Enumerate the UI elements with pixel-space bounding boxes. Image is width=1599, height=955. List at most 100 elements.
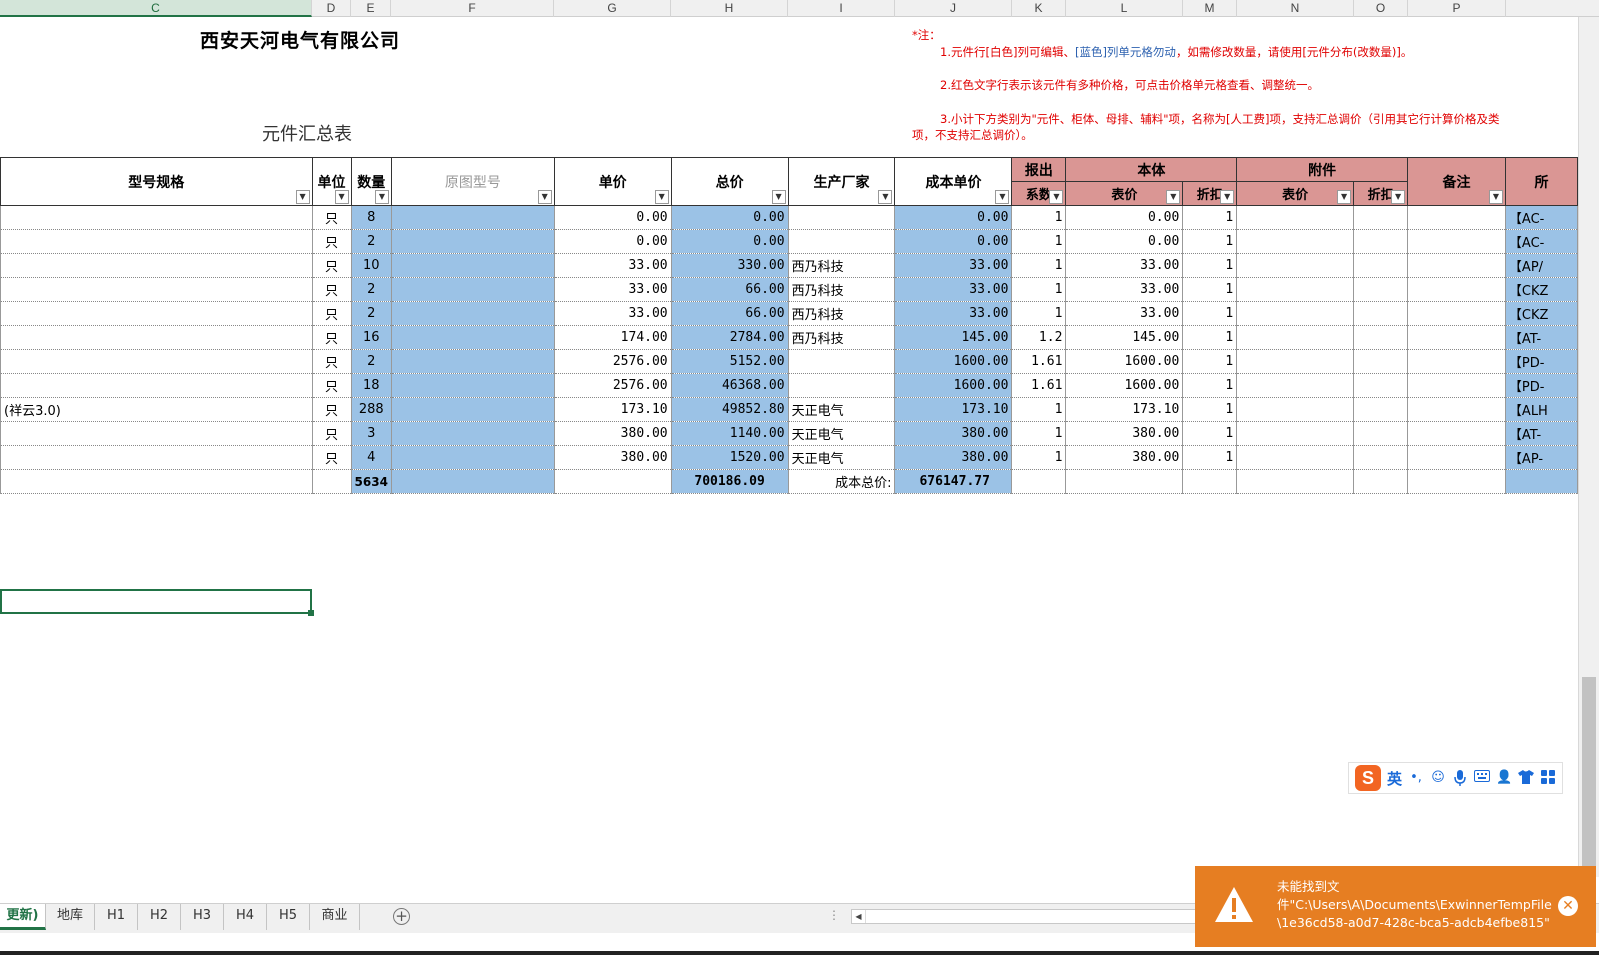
cell-unit[interactable]: 只 xyxy=(311,253,352,278)
user-icon[interactable]: 👤 xyxy=(1496,770,1512,786)
keyboard-icon[interactable] xyxy=(1474,770,1491,786)
filter-dropdown-icon[interactable]: ▼ xyxy=(1337,190,1352,204)
horizontal-scrollbar[interactable]: ◀ xyxy=(851,909,1201,924)
cell-orig-model[interactable] xyxy=(390,397,555,422)
cell-cost[interactable]: 380.00 xyxy=(894,421,1013,446)
cell-att-disc[interactable] xyxy=(1353,253,1409,278)
spreadsheet-grid[interactable]: 西安天河电气有限公司 元件汇总表 *注： 1.元件行[白色]列可编辑、[蓝色]列… xyxy=(0,17,1578,877)
cell-list[interactable]: 33.00 xyxy=(1065,301,1184,326)
sheet-tab-active[interactable]: 更新) xyxy=(0,904,46,930)
cell-remark[interactable] xyxy=(1407,229,1506,254)
table-row[interactable]: 只 8 0.00 0.00 0.00 1 0.00 1 【AC- xyxy=(0,205,1578,230)
table-row[interactable]: 只 2 0.00 0.00 0.00 1 0.00 1 【AC- xyxy=(0,229,1578,254)
microphone-icon[interactable] xyxy=(1452,770,1468,786)
cell-model[interactable] xyxy=(0,253,313,278)
cell-total[interactable]: 1140.00 xyxy=(670,421,789,446)
cell-orig-model[interactable] xyxy=(390,253,555,278)
header-qty[interactable]: 数量 ▼ xyxy=(350,157,392,206)
cell-att-list[interactable] xyxy=(1236,325,1355,350)
cell-att-list[interactable] xyxy=(1236,277,1355,302)
cell-qty[interactable]: 2 xyxy=(350,229,392,254)
cell-extra[interactable]: 【PD- xyxy=(1504,373,1578,398)
table-row[interactable]: 只 18 2576.00 46368.00 1600.00 1.61 1600.… xyxy=(0,373,1578,398)
cell-att-disc[interactable] xyxy=(1353,277,1409,302)
cell-unit[interactable]: 只 xyxy=(311,229,352,254)
cell-model[interactable] xyxy=(0,421,313,446)
cell-unit-price[interactable]: 0.00 xyxy=(553,229,672,254)
cell-att-list[interactable] xyxy=(1236,229,1355,254)
cell-unit-price[interactable]: 380.00 xyxy=(553,445,672,470)
cell-att-disc[interactable] xyxy=(1353,229,1409,254)
cell-unit-price[interactable]: 2576.00 xyxy=(553,349,672,374)
filter-dropdown-icon[interactable]: ▼ xyxy=(374,190,389,204)
cell-cost[interactable]: 145.00 xyxy=(894,325,1013,350)
cell-orig-model[interactable] xyxy=(390,277,555,302)
cell-att-disc[interactable] xyxy=(1353,205,1409,230)
cell-model[interactable] xyxy=(0,325,313,350)
cell-coef[interactable]: 1 xyxy=(1011,421,1067,446)
cell-list[interactable]: 173.10 xyxy=(1065,397,1184,422)
cell-coef[interactable]: 1 xyxy=(1011,445,1067,470)
table-row[interactable]: 只 2 33.00 66.00 西乃科技 33.00 1 33.00 1 【CK… xyxy=(0,277,1578,302)
cell-orig-model[interactable] xyxy=(390,325,555,350)
cell-extra[interactable]: 【CKZ xyxy=(1504,301,1578,326)
filter-dropdown-icon[interactable]: ▼ xyxy=(878,190,893,204)
cell-att-list[interactable] xyxy=(1236,421,1355,446)
cell-extra[interactable]: 【AP- xyxy=(1504,445,1578,470)
cell-maker[interactable] xyxy=(787,373,896,398)
header-cost-price[interactable]: 成本单价 ▼ xyxy=(894,157,1013,206)
cell-disc[interactable]: 1 xyxy=(1182,397,1238,422)
cell-unit-price[interactable]: 33.00 xyxy=(553,277,672,302)
cell-list[interactable]: 33.00 xyxy=(1065,277,1184,302)
cell-coef[interactable]: 1.2 xyxy=(1011,325,1067,350)
cell-orig-model[interactable] xyxy=(390,421,555,446)
table-row[interactable]: (祥云3.0) 只 288 173.10 49852.80 天正电气 173.1… xyxy=(0,397,1578,422)
cell-maker[interactable]: 西乃科技 xyxy=(787,301,896,326)
cell-att-list[interactable] xyxy=(1236,397,1355,422)
cell-disc[interactable]: 1 xyxy=(1182,349,1238,374)
cell-unit-price[interactable]: 33.00 xyxy=(553,301,672,326)
cell-remark[interactable] xyxy=(1407,253,1506,278)
cell-qty[interactable]: 2 xyxy=(350,277,392,302)
sogou-logo-icon[interactable]: S xyxy=(1355,765,1381,791)
total-cell-blank[interactable] xyxy=(1182,469,1238,494)
cell-disc[interactable]: 1 xyxy=(1182,253,1238,278)
header-coef[interactable]: 系数 ▼ xyxy=(1011,181,1067,206)
cell-total[interactable]: 66.00 xyxy=(670,301,789,326)
total-cell-blank[interactable] xyxy=(1504,469,1578,494)
cell-unit[interactable]: 只 xyxy=(311,301,352,326)
header-unit[interactable]: 单位 ▼ xyxy=(311,157,352,206)
header-remark[interactable]: 备注 ▼ xyxy=(1407,157,1506,206)
cell-model[interactable] xyxy=(0,349,313,374)
cell-total[interactable]: 330.00 xyxy=(670,253,789,278)
cell-qty[interactable]: 16 xyxy=(350,325,392,350)
toolbox-grid-icon[interactable] xyxy=(1540,770,1556,786)
cell-unit-price[interactable]: 2576.00 xyxy=(553,373,672,398)
cell-model[interactable] xyxy=(0,229,313,254)
skin-shirt-icon[interactable] xyxy=(1518,770,1535,786)
table-row[interactable]: 只 2 33.00 66.00 西乃科技 33.00 1 33.00 1 【CK… xyxy=(0,301,1578,326)
vertical-scrollbar[interactable] xyxy=(1578,17,1599,877)
sheet-tab-h5[interactable]: H5 xyxy=(267,904,310,930)
cell-cost[interactable]: 33.00 xyxy=(894,253,1013,278)
cell-orig-model[interactable] xyxy=(390,229,555,254)
punctuation-icon[interactable]: •, xyxy=(1408,770,1424,786)
cell-extra[interactable]: 【AC- xyxy=(1504,229,1578,254)
cell-qty[interactable]: 18 xyxy=(350,373,392,398)
column-header-c[interactable]: C xyxy=(0,0,312,17)
filter-dropdown-icon[interactable]: ▼ xyxy=(295,190,310,204)
cell-maker[interactable] xyxy=(787,205,896,230)
sheet-tab-h3[interactable]: H3 xyxy=(181,904,224,930)
filter-dropdown-icon[interactable]: ▼ xyxy=(1488,190,1503,204)
cell-att-disc[interactable] xyxy=(1353,373,1409,398)
cell-maker[interactable]: 天正电气 xyxy=(787,397,896,422)
cell-extra[interactable]: 【AC- xyxy=(1504,205,1578,230)
header-manufacturer[interactable]: 生产厂家 ▼ xyxy=(787,157,896,206)
header-unit-price[interactable]: 单价 ▼ xyxy=(553,157,672,206)
cell-att-disc[interactable] xyxy=(1353,325,1409,350)
emoji-icon[interactable]: ☺ xyxy=(1430,770,1446,786)
cell-att-disc[interactable] xyxy=(1353,421,1409,446)
cell-att-disc[interactable] xyxy=(1353,445,1409,470)
cell-att-disc[interactable] xyxy=(1353,301,1409,326)
cell-disc[interactable]: 1 xyxy=(1182,301,1238,326)
